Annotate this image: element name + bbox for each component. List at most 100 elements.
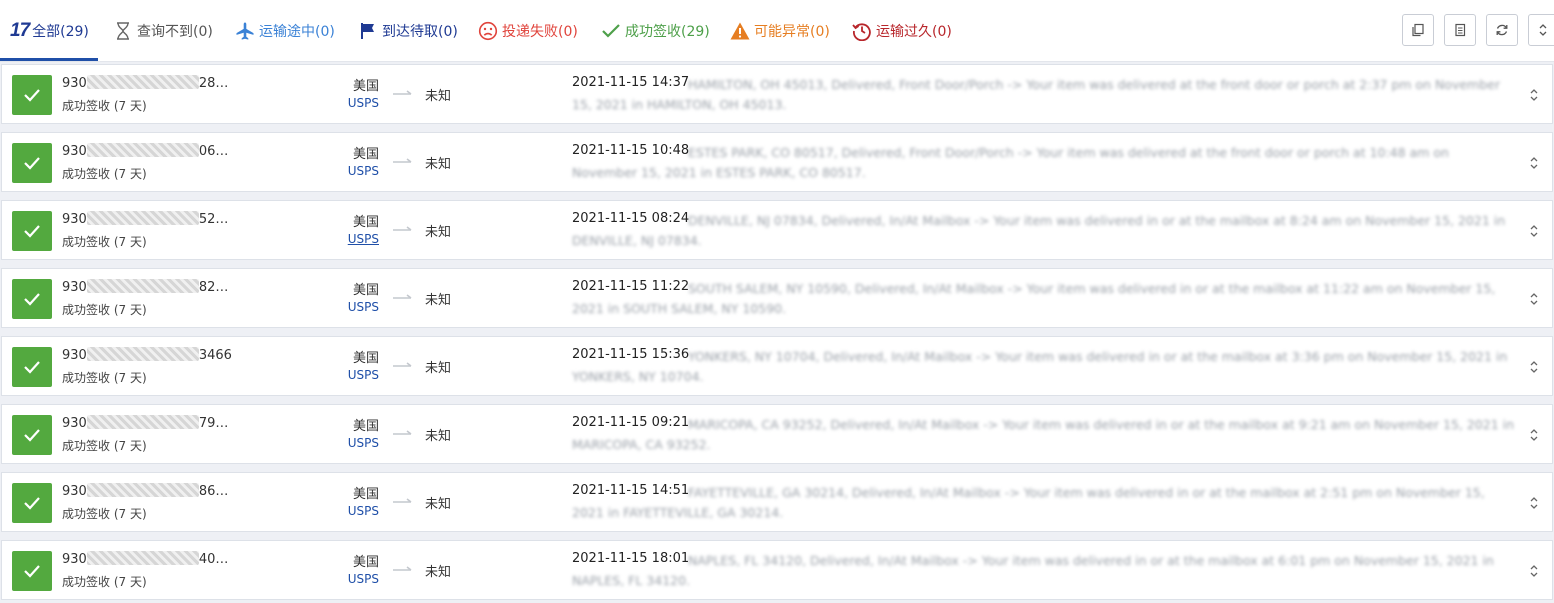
tracking-prefix: 930: [62, 416, 87, 431]
delivered-status-box[interactable]: [12, 551, 52, 591]
tracking-suffix: 28…: [198, 76, 229, 91]
latest-event-text: HAMILTON, OH 45013, Delivered, Front Doo…: [572, 77, 1500, 112]
tracking-number[interactable]: 930 3466: [62, 347, 232, 363]
destination-country: 未知: [425, 565, 452, 580]
expand-row-button[interactable]: [1526, 85, 1542, 105]
expand-row-button[interactable]: [1526, 153, 1542, 173]
destination-country: 未知: [425, 429, 452, 444]
delivered-status-box[interactable]: [12, 347, 52, 387]
paste-list-button[interactable]: [1444, 14, 1476, 46]
checkmark-icon: [24, 293, 40, 306]
tab-pickup-label: 到达待取(0): [382, 24, 458, 40]
latest-event-text: DENVILLE, NJ 07834, Delivered, In/At Mai…: [572, 213, 1506, 248]
tab-undelivered-label: 投递失败(0): [502, 24, 578, 40]
status-label: 成功签收 (7 天): [62, 235, 147, 249]
tracking-prefix: 930: [62, 552, 87, 567]
origin-country: 美国: [352, 487, 379, 502]
shipment-row[interactable]: 930 79… 成功签收 (7 天) 美国 USPS 未知 MARICOPA, CA 932…: [1, 404, 1553, 464]
expand-row-button[interactable]: [1526, 357, 1542, 377]
tracking-number[interactable]: 930 82…: [62, 279, 228, 295]
expand-all-button[interactable]: [1528, 14, 1554, 46]
tracking-redaction: [86, 143, 199, 157]
tracking-suffix: 79…: [198, 416, 229, 431]
shipment-row[interactable]: 930 86… 成功签收 (7 天) 美国 USPS 未知 FAYETTEVILLE, GA…: [1, 472, 1553, 532]
tracking-redaction: [86, 415, 199, 429]
route-arrow-icon: [393, 430, 412, 435]
status-label: 成功签收 (7 天): [62, 507, 147, 521]
status-tab-bar: 17 全部(29) 查询不到(0) 运输途中(0) 到达待取(0) 投递失败(0…: [0, 0, 1554, 62]
status-label: 成功签收 (7 天): [62, 167, 147, 181]
route-arrow-icon: [393, 226, 412, 231]
latest-event-text: NAPLES, FL 34120, Delivered, In/At Mailb…: [572, 553, 1494, 588]
tracking-number[interactable]: 930 06…: [62, 143, 228, 159]
refresh-button[interactable]: [1486, 14, 1518, 46]
expand-all-icon: [1539, 24, 1547, 36]
destination-country: 未知: [425, 89, 452, 104]
shipment-row[interactable]: 930 40… 成功签收 (7 天) 美国 USPS 未知 NAPLES, FL 34120…: [1, 540, 1553, 600]
hourglass-icon: [113, 21, 133, 41]
checkmark-icon: [24, 225, 40, 238]
checkmark-icon: [24, 565, 40, 578]
tracking-prefix: 930: [62, 144, 87, 159]
logo-17-icon: 17: [10, 20, 30, 41]
carrier-link[interactable]: USPS: [322, 300, 379, 314]
tab-not-found[interactable]: 查询不到(0): [113, 18, 213, 44]
tracking-number[interactable]: 930 28…: [62, 75, 228, 91]
latest-event-text: MARICOPA, CA 93252, Delivered, In/At Mai…: [572, 417, 1515, 452]
shipment-row[interactable]: 930 82… 成功签收 (7 天) 美国 USPS 未知 SOUTH SALEM, NY …: [1, 268, 1553, 328]
carrier-link[interactable]: USPS: [322, 232, 379, 246]
origin-country: 美国: [352, 419, 379, 434]
shipment-row[interactable]: 930 3466 成功签收 (7 天) 美国 USPS 未知 YONKERS, NY 107…: [1, 336, 1553, 396]
checkmark-icon: [24, 157, 40, 170]
carrier-link[interactable]: USPS: [322, 504, 379, 518]
tracking-number[interactable]: 930 40…: [62, 551, 228, 567]
expand-row-button[interactable]: [1526, 561, 1542, 581]
tracking-number[interactable]: 930 52…: [62, 211, 228, 227]
delivered-status-box[interactable]: [12, 415, 52, 455]
copy-button[interactable]: [1402, 14, 1434, 46]
tracking-prefix: 930: [62, 484, 87, 499]
tracking-number[interactable]: 930 86…: [62, 483, 228, 499]
route-arrow-icon: [393, 294, 412, 299]
expand-row-button[interactable]: [1526, 493, 1542, 513]
delivered-status-box[interactable]: [12, 75, 52, 115]
status-label: 成功签收 (7 天): [62, 575, 147, 589]
tracking-suffix: 82…: [198, 280, 229, 295]
shipment-row[interactable]: 930 28… 成功签收 (7 天) 美国 USPS 未知 HAMILTON, OH 450…: [1, 64, 1553, 124]
carrier-link[interactable]: USPS: [322, 368, 379, 382]
chevron-updown-icon: [1530, 429, 1538, 441]
tab-pickup[interactable]: 到达待取(0): [358, 18, 458, 44]
latest-event-time: 2021-11-15 11:22: [572, 279, 690, 294]
delivered-status-box[interactable]: [12, 279, 52, 319]
tab-in-transit[interactable]: 运输途中(0): [235, 18, 335, 44]
tab-all[interactable]: 17 全部(29): [10, 18, 89, 44]
carrier-link[interactable]: USPS: [322, 164, 379, 178]
tab-delivered[interactable]: 成功签收(29): [601, 18, 710, 44]
warning-icon: [730, 21, 750, 41]
carrier-link[interactable]: USPS: [322, 436, 379, 450]
tracking-suffix: 86…: [198, 484, 229, 499]
checkmark-icon: [24, 497, 40, 510]
delivered-status-box[interactable]: [12, 211, 52, 251]
delivered-status-box[interactable]: [12, 143, 52, 183]
shipment-row[interactable]: 930 52… 成功签收 (7 天) 美国 USPS 未知 DENVILLE, NJ 078…: [1, 200, 1553, 260]
latest-event-text: YONKERS, NY 10704, Delivered, In/At Mail…: [572, 349, 1508, 384]
carrier-link[interactable]: USPS: [322, 572, 379, 586]
tab-alert[interactable]: 可能异常(0): [730, 18, 830, 44]
expand-row-button[interactable]: [1526, 289, 1542, 309]
shipment-row[interactable]: 930 06… 成功签收 (7 天) 美国 USPS 未知 ESTES PARK, CO 8…: [1, 132, 1553, 192]
tab-expired[interactable]: 运输过久(0): [852, 18, 952, 44]
tab-undelivered[interactable]: 投递失败(0): [478, 18, 578, 44]
delivered-status-box[interactable]: [12, 483, 52, 523]
tracking-redaction: [86, 551, 199, 565]
expand-row-button[interactable]: [1526, 221, 1542, 241]
carrier-link[interactable]: USPS: [322, 96, 379, 110]
checkmark-icon: [601, 21, 621, 41]
expand-row-button[interactable]: [1526, 425, 1542, 445]
chevron-updown-icon: [1530, 89, 1538, 101]
tracking-number[interactable]: 930 79…: [62, 415, 228, 431]
active-tab-indicator: [0, 58, 98, 61]
tracking-suffix: 52…: [198, 212, 229, 227]
tracking-suffix: 3466: [198, 348, 232, 363]
paste-list-icon: [1455, 23, 1466, 37]
